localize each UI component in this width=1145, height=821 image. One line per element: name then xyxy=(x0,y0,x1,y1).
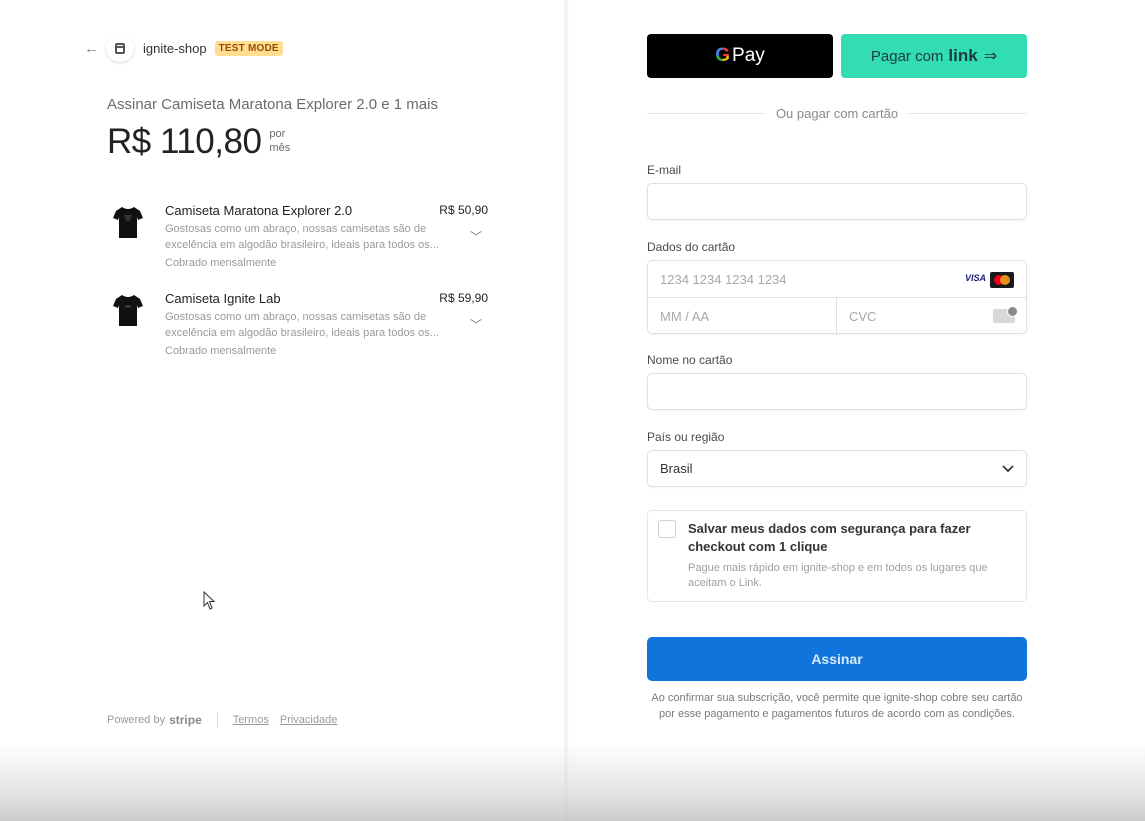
expiry-input[interactable] xyxy=(648,298,836,335)
or-pay-with-card-text: Ou pagar com cartão xyxy=(775,106,899,121)
test-mode-badge: TEST MODE xyxy=(214,40,283,56)
item-billing: Cobrado mensalmente xyxy=(165,345,277,357)
payment-panel: G Pay Pagar com link ⇒ Ou pagar com cart… xyxy=(569,0,1145,821)
item-price: R$ 50,90 xyxy=(439,203,488,217)
cardholder-name-wrapper xyxy=(647,373,1027,410)
per-label: por xyxy=(269,128,286,140)
subscription-title: Assinar Camiseta Maratona Explorer 2.0 e… xyxy=(107,96,438,113)
country-select[interactable]: Brasil xyxy=(647,450,1027,487)
shop-name: ignite-shop xyxy=(143,40,207,56)
tshirt-icon xyxy=(113,207,143,238)
google-pay-label: Pay xyxy=(732,45,765,66)
visa-icon: VISA xyxy=(964,273,986,283)
item-name: Camiseta Ignite Lab xyxy=(165,291,281,306)
email-label: E-mail xyxy=(647,163,682,177)
item-description: Gostosas como um abraço, nossas camiseta… xyxy=(165,309,465,341)
item-billing: Cobrado mensalmente xyxy=(165,257,277,269)
arrow-left-icon[interactable]: ← xyxy=(84,40,102,57)
store-icon xyxy=(106,34,134,62)
header: ← ignite-shop TEST MODE xyxy=(84,33,283,63)
card-number-row: VISA xyxy=(648,261,1026,298)
powered-by-text: Powered by xyxy=(107,714,166,726)
cardholder-name-label: Nome no cartão xyxy=(647,353,733,367)
google-pay-button[interactable]: G Pay xyxy=(647,34,833,78)
item-description: Gostosas como um abraço, nossas camiseta… xyxy=(165,221,465,253)
cvc-row xyxy=(837,298,1027,335)
email-field-wrapper xyxy=(647,183,1027,220)
save-info-box: Salvar meus dados com segurança para faz… xyxy=(647,510,1027,602)
email-field[interactable] xyxy=(648,184,1026,219)
footer: Powered by stripe Termos Privacidade xyxy=(107,712,348,728)
subscribe-button[interactable]: Assinar xyxy=(647,637,1027,681)
separator-line xyxy=(908,113,1027,114)
item-description-line: excelência em algodão brasileiro, ideais… xyxy=(165,239,439,251)
billing-period: por mês xyxy=(269,127,290,155)
stripe-logo[interactable]: stripe xyxy=(169,713,202,727)
order-summary-panel: ← ignite-shop TEST MODE Assinar Camiseta… xyxy=(0,0,566,821)
save-info-title: Salvar meus dados com segurança para faz… xyxy=(688,521,971,554)
chevron-down-icon[interactable]: ﹀ xyxy=(470,316,482,333)
cardholder-name-input[interactable] xyxy=(648,374,1026,409)
google-g-icon: G xyxy=(715,45,731,66)
link-brand-label: link xyxy=(948,46,978,65)
mouse-cursor-icon xyxy=(203,591,216,610)
item-description-line: Gostosas como um abraço, nossas camiseta… xyxy=(165,223,427,235)
pay-with-link-button[interactable]: Pagar com link ⇒ xyxy=(841,34,1027,78)
tshirt-icon xyxy=(113,295,143,326)
legal-text: Ao confirmar sua subscrição, você permit… xyxy=(651,692,1023,720)
separator-line xyxy=(647,113,766,114)
card-details-label: Dados do cartão xyxy=(647,240,736,254)
expiry-row xyxy=(648,298,837,335)
footer-divider xyxy=(216,712,218,728)
privacy-link[interactable]: Privacidade xyxy=(280,714,337,726)
card-details-group: VISA xyxy=(647,260,1027,335)
month-label: mês xyxy=(269,142,291,154)
chevron-down-icon xyxy=(1002,464,1014,472)
item-name: Camiseta Maratona Explorer 2.0 xyxy=(165,203,353,218)
country-value: Brasil xyxy=(660,461,693,476)
or-separator: Ou pagar com cartão xyxy=(647,106,1027,121)
item-description-line: excelência em algodão brasileiro, ideais… xyxy=(165,327,439,339)
mastercard-icon xyxy=(990,272,1014,288)
total-price: R$ 110,80 xyxy=(107,122,262,161)
country-label: País ou região xyxy=(647,430,725,444)
save-info-checkbox[interactable] xyxy=(658,520,676,538)
item-description-line: Gostosas como um abraço, nossas camiseta… xyxy=(165,311,427,323)
link-prefix-label: Pagar com xyxy=(870,47,944,65)
price-row: R$ 110,80 por mês xyxy=(107,122,290,162)
arrow-right-icon: ⇒ xyxy=(983,48,998,65)
terms-link[interactable]: Termos xyxy=(233,714,269,726)
item-price: R$ 59,90 xyxy=(439,291,488,305)
save-info-description: Pague mais rápido em ignite-shop e em to… xyxy=(688,562,988,589)
cvc-card-icon xyxy=(993,306,1018,323)
chevron-down-icon[interactable]: ﹀ xyxy=(470,228,482,245)
